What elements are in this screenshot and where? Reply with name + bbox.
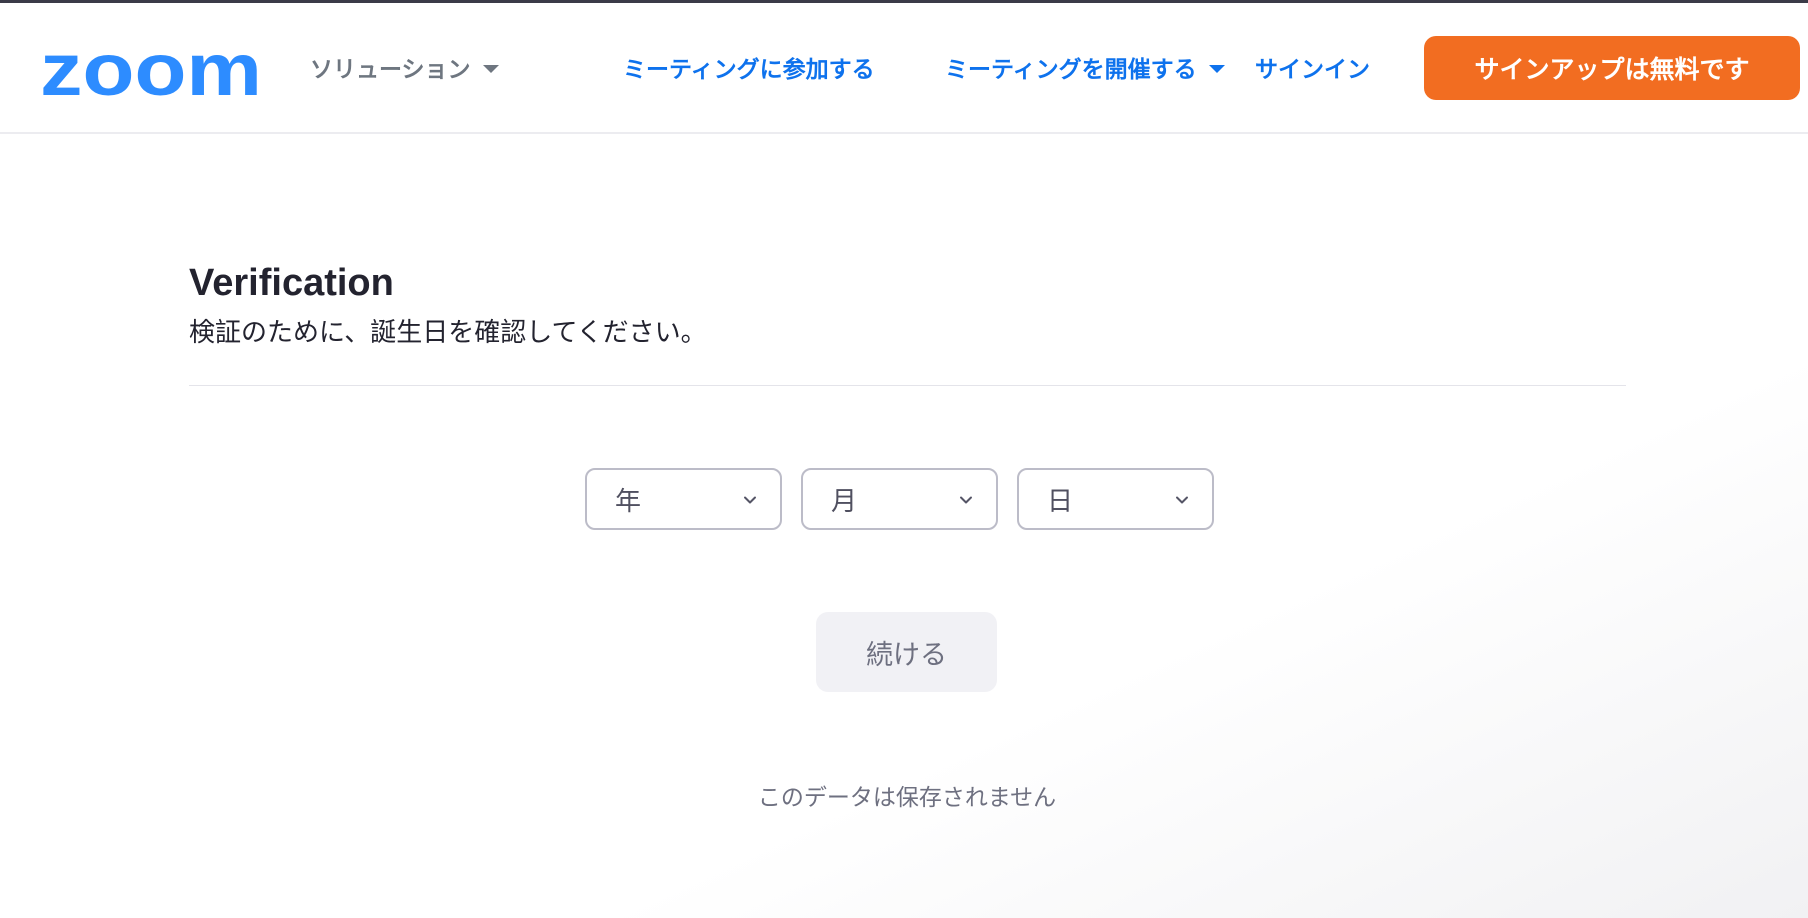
nav-host-meeting-dropdown[interactable]: ミーティングを開催する <box>945 49 1225 85</box>
caret-down-icon <box>482 64 499 73</box>
birth-year-select-label: 年 <box>615 486 642 517</box>
nav-host-meeting-label: ミーティングを開催する <box>945 57 1197 83</box>
continue-button[interactable]: 続ける <box>816 612 997 692</box>
nav-join-meeting-label: ミーティングに参加する <box>623 57 875 83</box>
birth-year-select[interactable]: 年 <box>585 468 782 530</box>
nav-sign-in-label: サインイン <box>1255 57 1370 83</box>
nav-join-meeting-link[interactable]: ミーティングに参加する <box>623 49 875 85</box>
page-subtitle: 検証のために、誕生日を確認してください。 <box>189 318 707 348</box>
nav-solutions-dropdown[interactable]: ソリューション <box>310 49 499 85</box>
birth-day-select[interactable]: 日 <box>1017 468 1214 530</box>
nav-sign-in-link[interactable]: サインイン <box>1255 49 1370 85</box>
zoom-logo-text: zoom <box>40 37 262 101</box>
site-header: zoom ソリューション ミーティングに参加する ミーティングを開催する サイン… <box>0 3 1808 134</box>
chevron-down-icon <box>744 496 756 504</box>
birth-month-select-label: 月 <box>831 486 858 517</box>
caret-down-icon <box>1208 64 1225 73</box>
birth-day-select-label: 日 <box>1047 486 1074 517</box>
data-not-saved-note: このデータは保存されません <box>757 785 1057 811</box>
page-title: Verification <box>189 262 394 304</box>
section-divider <box>189 385 1626 386</box>
chevron-down-icon <box>960 496 972 504</box>
chevron-down-icon <box>1176 496 1188 504</box>
signup-free-button[interactable]: サインアップは無料です <box>1424 36 1800 100</box>
zoom-logo-icon: zoom <box>40 37 262 101</box>
birth-month-select[interactable]: 月 <box>801 468 998 530</box>
nav-solutions-label: ソリューション <box>310 57 471 83</box>
